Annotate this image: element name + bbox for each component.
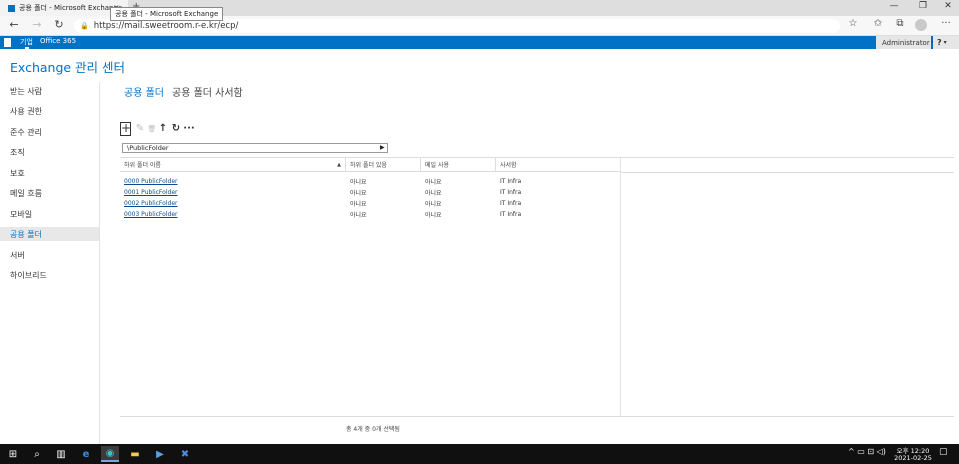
windows-start-icon[interactable]: ⊞ [4, 446, 22, 462]
mailbox-cell: IT Infra [500, 211, 522, 218]
search-icon[interactable]: ⌕ [28, 446, 46, 462]
enterprise-active-indicator [25, 47, 29, 49]
lock-icon: 🔒 [80, 22, 89, 30]
maximize-icon[interactable]: ❐ [915, 1, 931, 11]
help-menu[interactable]: ? ▾ [933, 36, 959, 49]
tab-public-folders[interactable]: 공용 폴더 [124, 84, 164, 99]
user-menu[interactable]: Administrator ▾ [876, 36, 935, 49]
file-explorer-icon[interactable]: ▬ [126, 446, 144, 462]
server-manager-icon[interactable]: ✖ [176, 446, 194, 462]
url-text: https://mail.sweetroom.r-e.kr/ecp/ [93, 21, 239, 31]
minimize-icon[interactable]: — [886, 1, 902, 11]
nav-item-recipients[interactable]: 받는 사람 [0, 84, 99, 98]
more-menu-icon[interactable]: ··· [939, 18, 953, 29]
table-row[interactable]: 0000 PublicFolder 아니요 아니요 IT Infra [120, 176, 621, 187]
nav-item-compliance[interactable]: 준수 관리 [0, 125, 99, 139]
refresh-icon[interactable]: ↻ [170, 123, 182, 135]
footer-divider [120, 416, 954, 417]
folder-name-link[interactable]: 0001 PublicFolder [120, 187, 177, 198]
sort-ascending-icon: ▲ [337, 161, 341, 168]
mailbox-cell: IT Infra [500, 200, 522, 207]
tab-tooltip: 공용 폴더 - Microsoft Exchange [110, 7, 224, 21]
powershell-icon[interactable]: ▶ [151, 446, 169, 462]
column-header-mailbox[interactable]: 사서함 [496, 157, 621, 172]
mail-enabled-cell: 아니요 [425, 190, 442, 197]
collections-icon[interactable]: ⧉ [893, 18, 907, 29]
office365-bar [0, 36, 959, 49]
taskbar-date[interactable]: 2021-02-25 [893, 454, 933, 462]
back-icon[interactable]: ← [7, 18, 21, 31]
nav-item-mail-flow[interactable]: 메일 흐름 [0, 186, 99, 200]
public-folder-grid: 하위 폴더 이름 ▲ 하위 폴더 있음 메일 사용 사서함 0000 Publi… [120, 157, 621, 416]
tab-public-folder-mailboxes[interactable]: 공용 폴더 사서함 [172, 84, 243, 99]
help-icon: ? [937, 38, 942, 47]
nav-item-permissions[interactable]: 사용 권한 [0, 104, 99, 118]
add-icon[interactable]: + [120, 122, 131, 136]
edge-browser-icon[interactable]: ◉ [101, 446, 119, 462]
mailbox-cell: IT Infra [500, 178, 522, 185]
up-icon[interactable]: ↑ [157, 123, 169, 135]
edit-icon[interactable]: ✎ [134, 123, 146, 135]
has-subfolders-cell: 아니요 [350, 190, 367, 197]
app-title: Exchange 관리 센터 [10, 60, 126, 75]
details-pane-divider [621, 157, 954, 158]
office-logo-icon[interactable] [4, 38, 11, 47]
mailbox-cell: IT Infra [500, 189, 522, 196]
folder-name-link[interactable]: 0002 PublicFolder [120, 198, 177, 209]
has-subfolders-cell: 아니요 [350, 212, 367, 219]
favorite-add-icon[interactable]: ☆ [846, 18, 860, 29]
user-name: Administrator [882, 38, 930, 47]
left-navigation: 받는 사람 사용 권한 준수 관리 조직 보호 메일 흐름 모바일 공용 폴더 … [0, 82, 100, 444]
folder-name-link[interactable]: 0003 PublicFolder [120, 209, 177, 220]
browser-tab[interactable]: 공용 폴더 - Microsoft Exchange [0, 0, 128, 16]
nav-item-servers[interactable]: 서버 [0, 248, 99, 262]
enterprise-link[interactable]: 기업 [20, 37, 33, 47]
has-subfolders-cell: 아니요 [350, 201, 367, 208]
column-header-name[interactable]: 하위 폴더 이름 ▲ [120, 157, 346, 172]
nav-item-mobile[interactable]: 모바일 [0, 207, 99, 221]
notification-icon[interactable]: ▢ [939, 447, 948, 457]
task-view-icon[interactable]: ▥ [52, 446, 70, 462]
folder-name-link[interactable]: 0000 PublicFolder [120, 176, 177, 187]
has-subfolders-cell: 아니요 [350, 179, 367, 186]
forward-icon[interactable]: → [30, 18, 44, 31]
table-row[interactable]: 0002 PublicFolder 아니요 아니요 IT Infra [120, 198, 621, 209]
selection-status: 총 4개 중 0개 선택됨 [346, 426, 400, 433]
play-right-icon[interactable]: ▶ [380, 144, 385, 151]
favorites-icon[interactable]: ✩ [871, 18, 885, 29]
mail-enabled-cell: 아니요 [425, 201, 442, 208]
details-pane-divider [621, 172, 954, 173]
internet-explorer-icon[interactable]: e [77, 446, 95, 462]
url-field[interactable]: 🔒 https://mail.sweetroom.r-e.kr/ecp/ [74, 19, 840, 33]
page-favicon-icon [8, 4, 15, 12]
mail-enabled-cell: 아니요 [425, 179, 442, 186]
nav-item-public-folders[interactable]: 공용 폴더 [0, 227, 99, 241]
table-row[interactable]: 0003 PublicFolder 아니요 아니요 IT Infra [120, 209, 621, 220]
nav-item-organization[interactable]: 조직 [0, 145, 99, 159]
window-close-icon[interactable]: ✕ [940, 1, 956, 11]
more-icon[interactable]: ··· [183, 123, 195, 135]
table-row[interactable]: 0001 PublicFolder 아니요 아니요 IT Infra [120, 187, 621, 198]
browser-tab-title: 공용 폴더 - Microsoft Exchange [19, 4, 123, 12]
column-header-has-subfolders[interactable]: 하위 폴더 있음 [346, 157, 421, 172]
profile-avatar[interactable] [915, 19, 927, 31]
mail-enabled-cell: 아니요 [425, 212, 442, 219]
chevron-down-icon: ▾ [943, 39, 947, 46]
folder-path-breadcrumb[interactable]: \PublicFolder [122, 143, 388, 153]
office365-link[interactable]: Office 365 [40, 37, 76, 45]
reload-icon[interactable]: ↻ [52, 18, 66, 31]
nav-item-hybrid[interactable]: 하이브리드 [0, 268, 99, 282]
column-header-mail-enabled[interactable]: 메일 사용 [421, 157, 496, 172]
nav-item-protection[interactable]: 보호 [0, 166, 99, 180]
system-tray-icons[interactable]: ^ ▭ ⊡ ◁) [848, 447, 886, 456]
